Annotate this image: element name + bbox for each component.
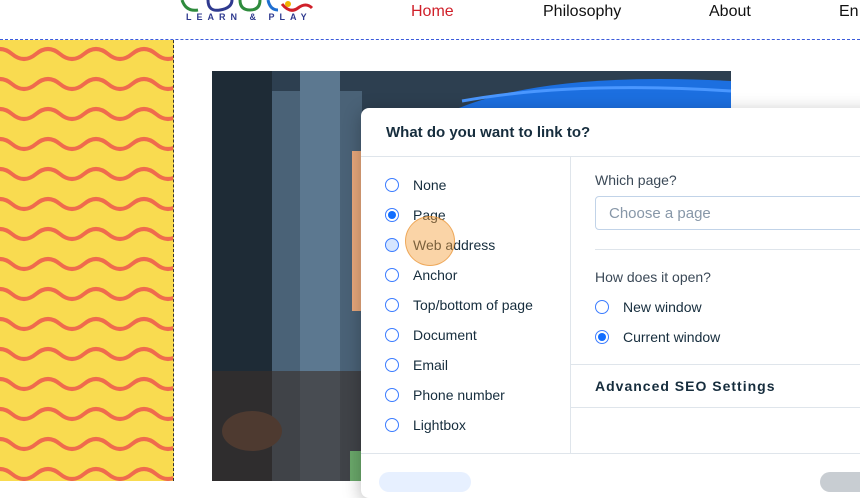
nav-home[interactable]: Home [411,3,454,21]
nav-philosophy[interactable]: Philosophy [543,3,621,21]
radio-none[interactable]: None [385,174,446,196]
page-select[interactable]: Choose a page ⌄ [595,196,860,230]
section-divider [571,364,860,365]
dialog-title: What do you want to link to? [386,124,591,141]
radio-button[interactable] [385,328,399,342]
logo-tagline: LEARN & PLAY [186,12,312,22]
radio-current-window[interactable]: Current window [595,326,720,348]
link-dialog: What do you want to link to? None Page W… [361,108,860,498]
advanced-seo-toggle[interactable]: Advanced SEO Settings [595,378,775,394]
opens-label: How does it open? [595,269,711,285]
page-select-placeholder: Choose a page [609,205,711,222]
radio-button[interactable] [595,300,609,314]
column-divider [570,156,571,453]
nav-about[interactable]: About [709,3,751,21]
nav-en[interactable]: En [839,3,859,21]
cancel-button[interactable] [379,472,471,492]
radio-button[interactable] [595,330,609,344]
wave-pattern [0,40,173,481]
radio-label: Anchor [413,267,458,283]
radio-button[interactable] [385,208,399,222]
radio-label: Current window [623,329,721,345]
radio-button[interactable] [385,178,399,192]
radio-label: Email [413,357,449,373]
which-page-label: Which page? [595,172,677,188]
radio-button[interactable] [385,418,399,432]
radio-lightbox[interactable]: Lightbox [385,414,466,436]
radio-label: Lightbox [413,417,466,433]
footer-divider [361,453,860,454]
done-button[interactable] [820,472,860,492]
radio-button[interactable] [385,358,399,372]
dialog-divider [361,156,860,157]
radio-web-address[interactable]: Web address [385,234,495,256]
radio-top-bottom[interactable]: Top/bottom of page [385,294,533,316]
section-divider [571,407,860,408]
section-divider [595,249,860,250]
radio-label: Web address [413,237,496,253]
radio-button[interactable] [385,268,399,282]
radio-new-window[interactable]: New window [595,296,702,318]
radio-document[interactable]: Document [385,324,477,346]
radio-label: Phone number [413,387,505,403]
radio-button[interactable] [385,298,399,312]
radio-label: Document [413,327,477,343]
radio-label: Page [413,207,446,223]
radio-label: Top/bottom of page [413,297,533,313]
radio-page[interactable]: Page [385,204,446,226]
radio-label: New window [623,299,702,315]
site-header: LEARN & PLAY Home Philosophy About En [0,0,860,40]
radio-button[interactable] [385,238,399,252]
wavy-strip [0,40,174,481]
radio-button[interactable] [385,388,399,402]
radio-phone-number[interactable]: Phone number [385,384,505,406]
radio-anchor[interactable]: Anchor [385,264,457,286]
radio-label: None [413,177,447,193]
radio-email[interactable]: Email [385,354,448,376]
